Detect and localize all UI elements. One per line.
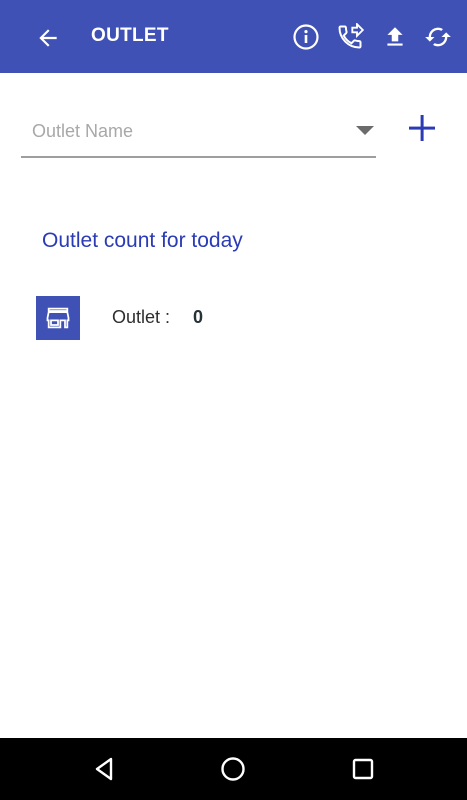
sync-button[interactable] bbox=[423, 22, 453, 52]
store-icon bbox=[46, 307, 70, 329]
back-button[interactable] bbox=[33, 23, 63, 53]
sync-icon bbox=[425, 27, 451, 47]
outlet-count-heading: Outlet count for today bbox=[42, 229, 243, 252]
add-outlet-button[interactable] bbox=[404, 110, 440, 146]
outlet-name-placeholder: Outlet Name bbox=[32, 121, 134, 141]
system-nav-bar bbox=[0, 738, 467, 800]
dropdown-caret-icon bbox=[356, 126, 374, 135]
page-title: OUTLET bbox=[91, 25, 169, 46]
plus-icon bbox=[409, 115, 435, 141]
info-button[interactable] bbox=[291, 22, 321, 52]
arrow-back-icon bbox=[39, 29, 57, 47]
system-recents-button[interactable] bbox=[347, 753, 379, 785]
outlet-name-dropdown[interactable]: Outlet Name bbox=[21, 112, 376, 158]
upload-icon bbox=[387, 27, 403, 46]
recents-square-icon bbox=[352, 758, 374, 780]
info-icon bbox=[293, 24, 319, 50]
app-bar: OUTLET bbox=[0, 0, 467, 73]
outlet-count-value: 0 bbox=[193, 307, 204, 327]
call-forward-button[interactable] bbox=[335, 22, 365, 52]
home-circle-icon bbox=[221, 757, 245, 781]
system-back-button[interactable] bbox=[88, 753, 120, 785]
phone-forwarded-icon bbox=[338, 23, 364, 49]
store-badge bbox=[36, 296, 80, 340]
system-home-button[interactable] bbox=[217, 753, 249, 785]
outlet-screen: OUTLET Outlet Name Outlet count for toda… bbox=[0, 0, 467, 800]
back-triangle-icon bbox=[95, 757, 113, 781]
upload-button[interactable] bbox=[380, 22, 410, 52]
outlet-count-label: Outlet : bbox=[112, 307, 171, 327]
